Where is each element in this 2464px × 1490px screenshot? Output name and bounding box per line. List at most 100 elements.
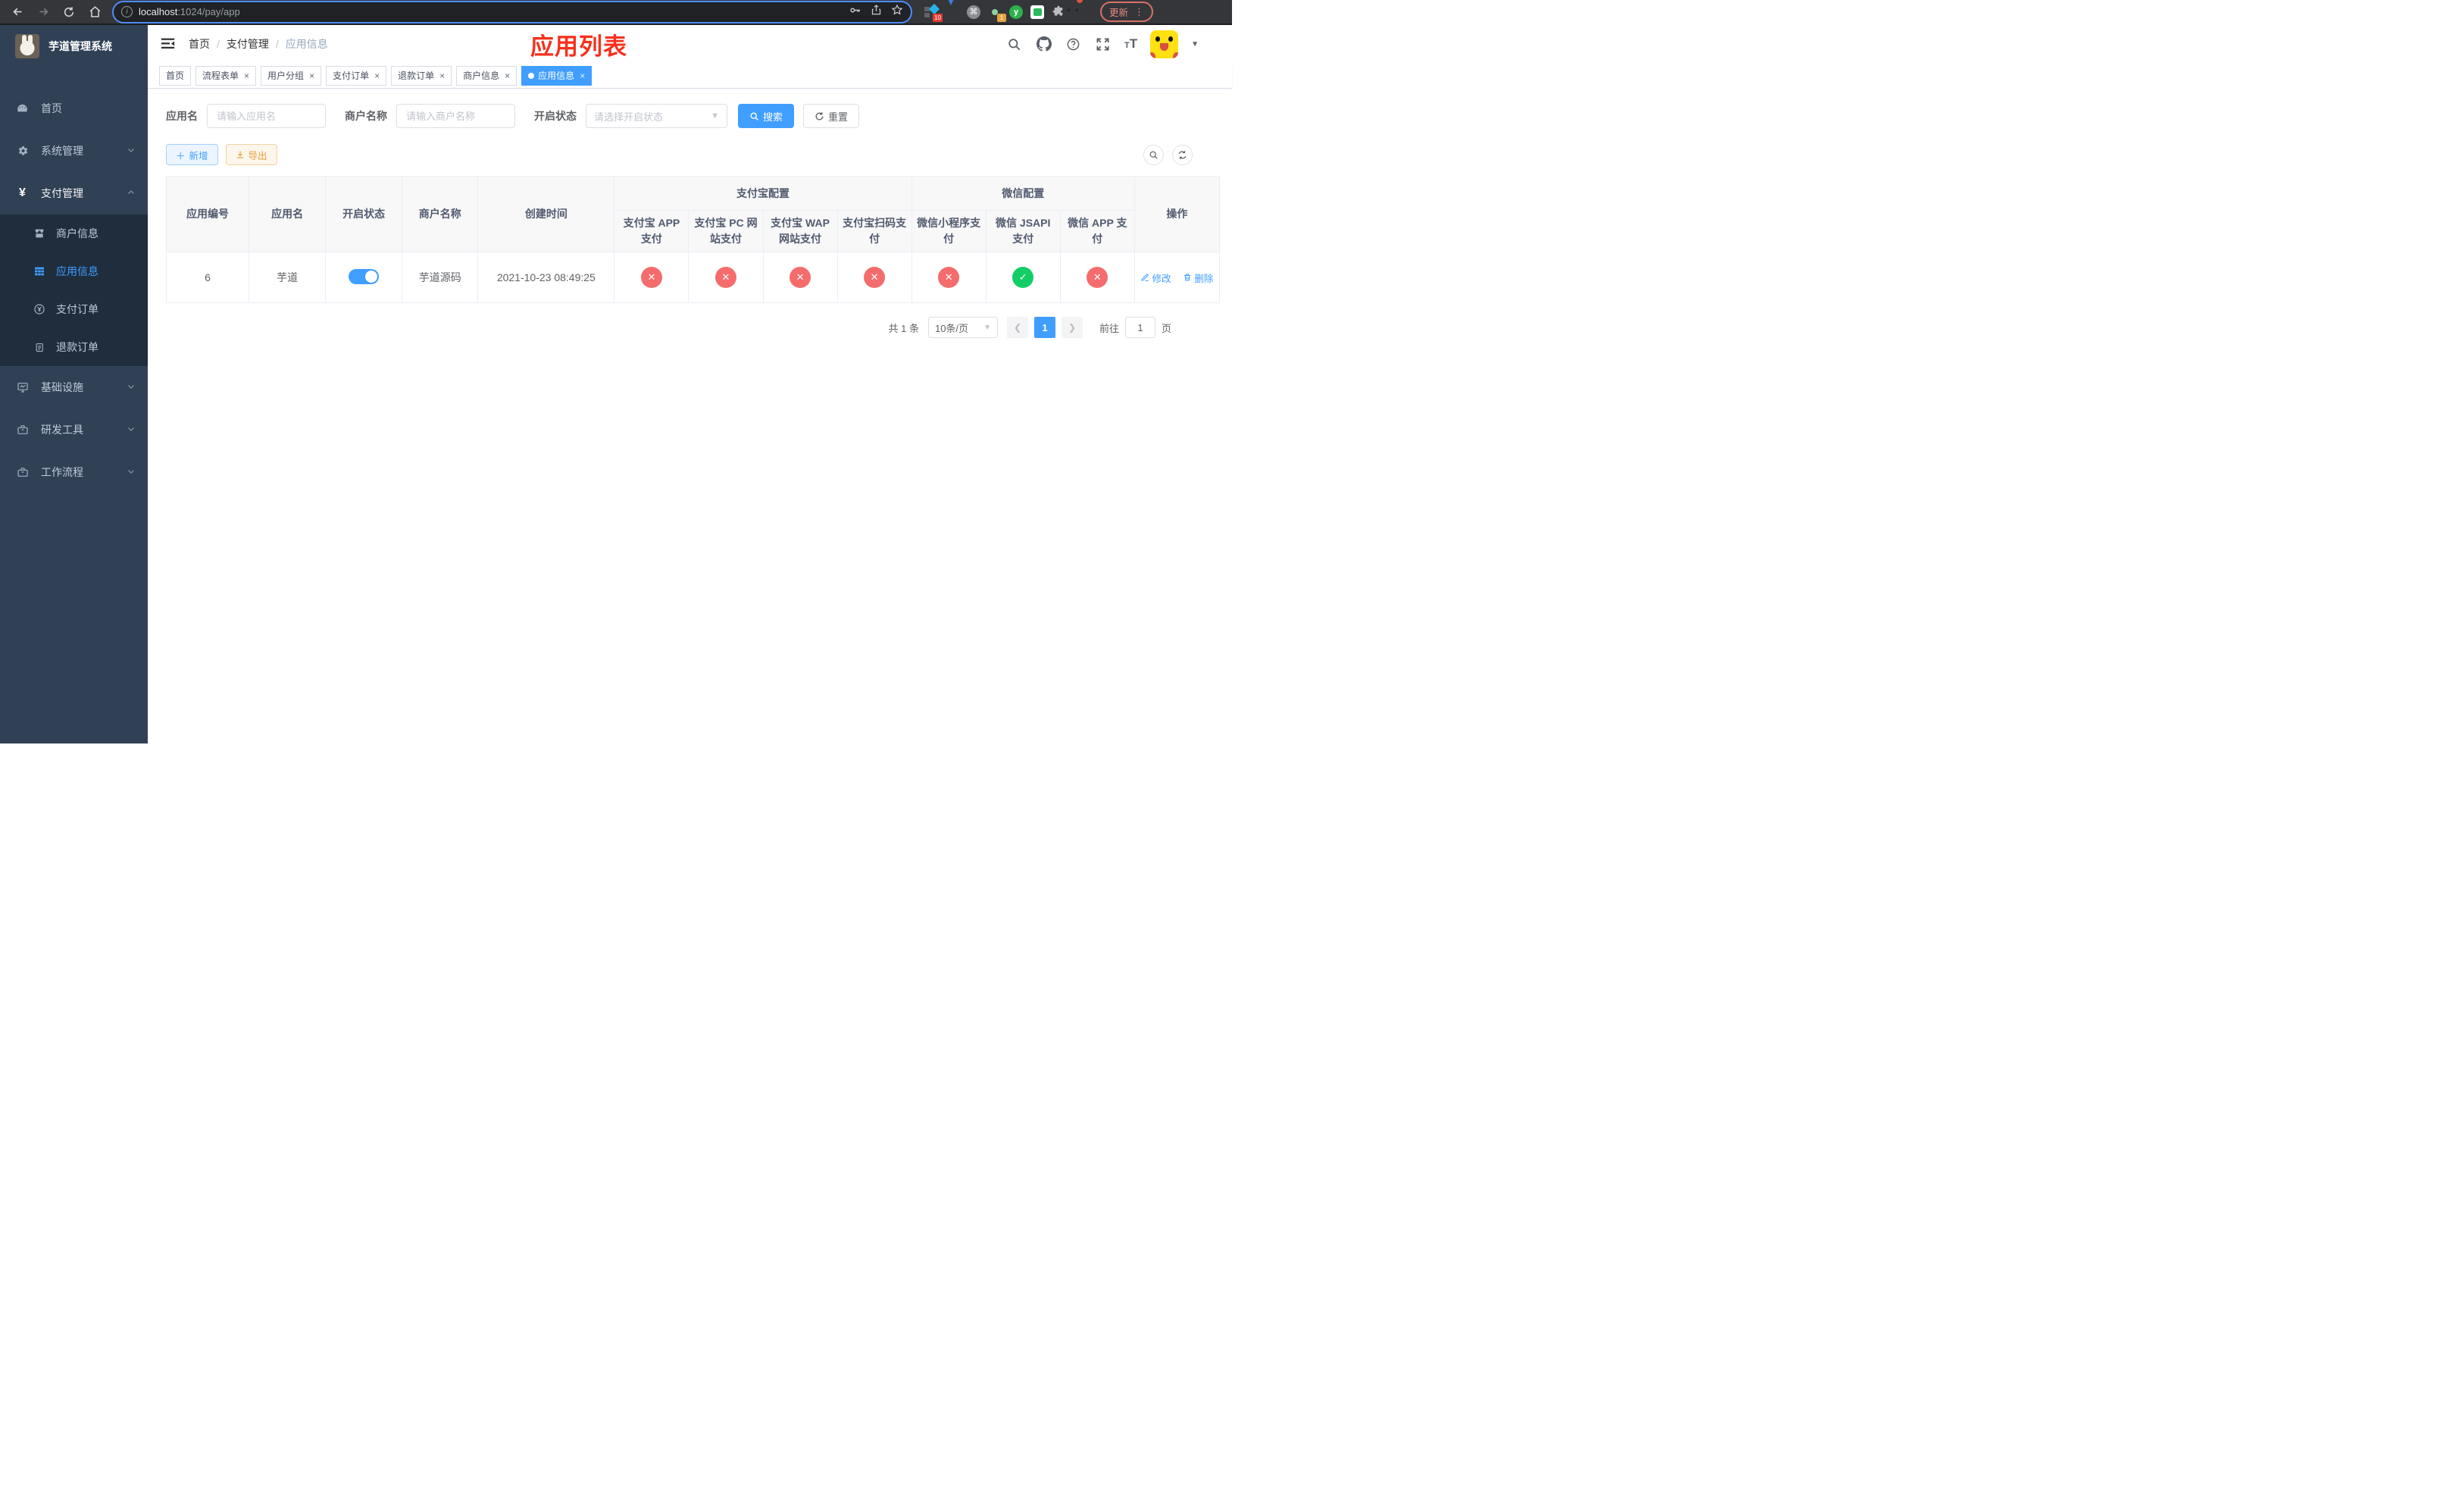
cell-merchant: 芋道源码 bbox=[402, 252, 479, 303]
goto-page-input[interactable] bbox=[1124, 317, 1155, 338]
refresh-icon[interactable] bbox=[1172, 144, 1193, 165]
password-key-icon[interactable] bbox=[849, 4, 861, 20]
tab-pay-order[interactable]: 支付订单 × bbox=[326, 65, 387, 86]
sidebar-item-home[interactable]: 首页 bbox=[0, 87, 148, 130]
tab-app-info[interactable]: 应用信息 × bbox=[521, 65, 593, 86]
chevron-down-icon bbox=[127, 145, 136, 157]
col-app-id: 应用编号 bbox=[165, 176, 250, 252]
sidebar-item-refund-order[interactable]: 退款订单 bbox=[0, 328, 148, 366]
sidebar-item-workflow[interactable]: 工作流程 bbox=[0, 451, 148, 493]
wechat-app-status-icon: ✕ bbox=[1087, 267, 1108, 288]
alipay-wap-status-icon: ✕ bbox=[790, 267, 811, 288]
monitor-chart-icon bbox=[16, 381, 29, 394]
url-text: localhost:1024/pay/app bbox=[139, 6, 240, 17]
tab-home[interactable]: 首页 bbox=[159, 65, 192, 86]
forward-icon[interactable] bbox=[33, 2, 53, 22]
browser-menu-icon[interactable]: ⋮ bbox=[1134, 7, 1144, 17]
extensions-puzzle-icon[interactable] bbox=[1052, 5, 1065, 19]
profile-emoji-icon[interactable] bbox=[1068, 0, 1087, 19]
delete-link[interactable]: 删除 bbox=[1183, 271, 1213, 285]
user-avatar[interactable] bbox=[1150, 30, 1179, 58]
app-logo[interactable]: 芋道管理系统 bbox=[0, 25, 148, 67]
search-icon[interactable] bbox=[1006, 36, 1023, 52]
export-button[interactable]: 导出 bbox=[225, 144, 277, 165]
back-icon[interactable] bbox=[8, 2, 27, 22]
group-wechat-config: 微信配置 bbox=[911, 176, 1135, 211]
home-icon[interactable] bbox=[85, 2, 105, 22]
tab-refund-order[interactable]: 退款订单 × bbox=[391, 65, 452, 86]
storefront-icon bbox=[33, 227, 45, 239]
help-icon[interactable] bbox=[1065, 36, 1082, 52]
bookmark-star-icon[interactable] bbox=[891, 4, 903, 20]
col-alipay-qr: 支付宝扫码支付 bbox=[836, 210, 912, 252]
extension-chat-icon[interactable] bbox=[1030, 5, 1044, 19]
extension-pin-icon[interactable]: 10 bbox=[924, 3, 943, 22]
close-icon[interactable]: × bbox=[580, 70, 585, 81]
close-icon[interactable]: × bbox=[505, 70, 510, 81]
next-page-button[interactable]: ❯ bbox=[1061, 317, 1083, 338]
sidebar-item-app-info[interactable]: 应用信息 bbox=[0, 252, 148, 290]
col-wechat-app: 微信 APP 支付 bbox=[1059, 210, 1135, 252]
extensions-bar: 10 ⌘ 1 y bbox=[924, 0, 1087, 22]
add-button[interactable]: ＋ 新增 bbox=[166, 144, 218, 165]
sidebar-item-payment-management[interactable]: ¥ 支付管理 bbox=[0, 172, 148, 214]
page-size-select[interactable]: 10条/页 ▼ bbox=[927, 317, 998, 338]
extension-tab-manager-icon[interactable]: 1 bbox=[988, 5, 1006, 22]
filter-form: 应用名 商户名称 开启状态 请选择开启状态 ▼ 搜索 重置 bbox=[166, 104, 1220, 128]
cell-app-name: 芋道 bbox=[249, 252, 327, 303]
merchant-name-input[interactable] bbox=[396, 104, 515, 128]
tab-process-form[interactable]: 流程表单 × bbox=[195, 65, 257, 86]
reload-icon[interactable] bbox=[59, 2, 79, 22]
collapse-sidebar-icon[interactable] bbox=[160, 36, 177, 52]
close-icon[interactable]: × bbox=[244, 70, 249, 81]
tabs-bar: 首页 流程表单 × 用户分组 × 支付订单 × 退款订单 × 商户信息 × 应用信息 × bbox=[148, 63, 1232, 89]
url-bar[interactable]: i localhost:1024/pay/app bbox=[114, 2, 911, 22]
app-name-input[interactable] bbox=[207, 104, 326, 128]
app-title: 芋道管理系统 bbox=[48, 40, 112, 52]
extension-badge: 1 bbox=[997, 13, 1006, 22]
group-alipay-config: 支付宝配置 bbox=[614, 176, 912, 211]
sidebar: 芋道管理系统 首页 系统管理 ¥ 支付管理 商户信息 应用信息 支付订单 退款订… bbox=[0, 25, 148, 743]
breadcrumb-payment[interactable]: 支付管理 bbox=[227, 36, 269, 52]
sidebar-item-infrastructure[interactable]: 基础设施 bbox=[0, 366, 148, 408]
close-icon[interactable]: × bbox=[309, 70, 314, 81]
status-toggle[interactable] bbox=[349, 268, 380, 284]
share-icon[interactable] bbox=[871, 4, 882, 20]
trash-icon bbox=[1184, 274, 1191, 281]
page-suffix: 页 bbox=[1161, 322, 1171, 334]
sidebar-item-pay-order[interactable]: 支付订单 bbox=[0, 290, 148, 328]
tab-merchant-info[interactable]: 商户信息 × bbox=[456, 65, 518, 86]
app-name-label: 应用名 bbox=[166, 110, 198, 122]
alipay-qr-status-icon: ✕ bbox=[864, 267, 886, 288]
document-icon bbox=[33, 341, 45, 353]
page-number-1[interactable]: 1 bbox=[1033, 317, 1055, 338]
font-size-icon[interactable]: TT bbox=[1124, 36, 1137, 52]
status-select[interactable]: 请选择开启状态 ▼ bbox=[586, 104, 727, 128]
col-alipay-pc: 支付宝 PC 网站支付 bbox=[688, 210, 764, 252]
extension-kite-icon[interactable] bbox=[946, 0, 959, 19]
search-button[interactable]: 搜索 bbox=[738, 104, 795, 128]
prev-page-button[interactable]: ❮ bbox=[1006, 317, 1028, 338]
close-icon[interactable]: × bbox=[374, 70, 380, 81]
tab-user-group[interactable]: 用户分组 × bbox=[261, 65, 322, 86]
edit-link[interactable]: 修改 bbox=[1140, 271, 1171, 285]
fullscreen-icon[interactable] bbox=[1095, 36, 1112, 52]
breadcrumb: 首页 / 支付管理 / 应用信息 bbox=[189, 36, 328, 52]
chevron-down-icon: ▼ bbox=[711, 111, 719, 121]
update-button[interactable]: 更新 ⋮ bbox=[1100, 2, 1154, 22]
site-info-icon[interactable]: i bbox=[121, 6, 133, 17]
extension-command-icon[interactable]: ⌘ bbox=[967, 5, 980, 19]
github-icon[interactable] bbox=[1036, 36, 1052, 52]
sidebar-item-dev-tools[interactable]: 研发工具 bbox=[0, 408, 148, 451]
extension-yuque-icon[interactable]: y bbox=[1009, 5, 1023, 19]
user-menu-caret-icon[interactable]: ▼ bbox=[1191, 40, 1199, 49]
toggle-search-icon[interactable] bbox=[1143, 144, 1164, 165]
sidebar-item-merchant-info[interactable]: 商户信息 bbox=[0, 214, 148, 252]
sidebar-item-system-management[interactable]: 系统管理 bbox=[0, 130, 148, 172]
briefcase-icon bbox=[16, 466, 29, 479]
col-wechat-mini: 微信小程序支付 bbox=[911, 210, 987, 252]
close-icon[interactable]: × bbox=[439, 70, 445, 81]
breadcrumb-home[interactable]: 首页 bbox=[189, 36, 210, 52]
reset-button[interactable]: 重置 bbox=[803, 104, 860, 128]
cell-app-id: 6 bbox=[165, 252, 250, 303]
